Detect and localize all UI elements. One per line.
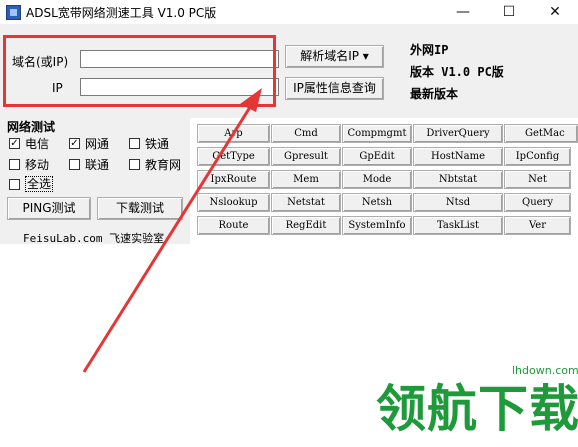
checkbox-label: 教育网 (145, 158, 182, 172)
cmd-button-nslookup[interactable]: Nslookup (197, 193, 270, 212)
checkbox-unicom[interactable] (69, 159, 80, 170)
window-title: ADSL宽带网络测速工具 V1.0 PC版 (26, 6, 217, 20)
checkbox-railcom[interactable] (129, 138, 140, 149)
checkbox-label: 电信 (25, 137, 50, 151)
resolve-domain-button[interactable]: 解析域名IP ▾ (285, 45, 384, 68)
watermark-text: 领航下载 (376, 380, 578, 438)
highlight-box (3, 35, 276, 107)
cmd-button-nbtstat[interactable]: Nbtstat (413, 170, 503, 189)
app-icon (6, 5, 21, 20)
query-panel: 域名(或IP) IP 解析域名IP ▾ IP属性信息查询 外网IP 版本 V1.… (0, 24, 578, 118)
watermark: lhdown.com 领航下载 (376, 361, 578, 447)
close-button[interactable]: ✕ (532, 0, 578, 24)
cmd-button-mode[interactable]: Mode (342, 170, 412, 189)
ping-test-button[interactable]: PING测试 (7, 197, 91, 220)
checkbox-mobile[interactable] (9, 159, 20, 170)
app-window: ADSL宽带网络测速工具 V1.0 PC版 — ☐ ✕ 域名(或IP) IP 解… (0, 0, 578, 447)
checkbox-telecom[interactable]: ✓ (9, 138, 20, 149)
download-test-button[interactable]: 下载测试 (97, 197, 183, 220)
cmd-button-query[interactable]: Query (504, 193, 571, 212)
cmd-button-arp[interactable]: Arp (197, 124, 270, 143)
cmd-button-ipconfig[interactable]: IpConfig (504, 147, 571, 166)
info-box: 外网IP 版本 V1.0 PC版 最新版本 (404, 32, 576, 116)
cmd-button-tasklist[interactable]: TaskList (413, 216, 503, 235)
command-button-grid: Arp Cmd Compmgmt DriverQuery GetMac GetT… (193, 122, 578, 240)
checkbox-education[interactable] (129, 159, 140, 170)
maximize-button[interactable]: ☐ (486, 0, 532, 24)
cmd-button-netstat[interactable]: Netstat (271, 193, 341, 212)
version-text: 版本 V1.0 PC版 (410, 65, 504, 79)
cmd-button-getmac[interactable]: GetMac (504, 124, 578, 143)
title-bar: ADSL宽带网络测速工具 V1.0 PC版 — ☐ ✕ (0, 0, 578, 25)
footer-text: FeisuLab.com 飞速实验室 (23, 232, 165, 245)
ip-info-query-button[interactable]: IP属性信息查询 (285, 77, 384, 100)
cmd-button-ntsd[interactable]: Ntsd (413, 193, 503, 212)
cmd-button-gpedit[interactable]: GpEdit (342, 147, 412, 166)
network-test-title: 网络测试 (7, 120, 56, 134)
checkbox-label: 网通 (85, 137, 110, 151)
cmd-button-net[interactable]: Net (504, 170, 571, 189)
select-all-label: 全选 (25, 176, 54, 192)
cmd-button-systeminfo[interactable]: SystemInfo (342, 216, 412, 235)
checkbox-select-all[interactable] (9, 179, 20, 190)
cmd-button-ver[interactable]: Ver (504, 216, 571, 235)
latest-version-link[interactable]: 最新版本 (410, 85, 458, 102)
checkbox-netcom[interactable]: ✓ (69, 138, 80, 149)
minimize-button[interactable]: — (440, 0, 486, 24)
checkbox-label: 联通 (85, 158, 110, 172)
cmd-button-cmd[interactable]: Cmd (271, 124, 341, 143)
checkbox-label: 移动 (25, 158, 50, 172)
external-ip-text: 外网IP (410, 43, 449, 57)
checkbox-label: 铁通 (145, 137, 170, 151)
cmd-button-netsh[interactable]: Netsh (342, 193, 412, 212)
cmd-button-gpresult[interactable]: Gpresult (271, 147, 341, 166)
cmd-button-regedit[interactable]: RegEdit (271, 216, 341, 235)
cmd-button-gettype[interactable]: GetType (197, 147, 270, 166)
cmd-button-route[interactable]: Route (197, 216, 270, 235)
cmd-button-driverquery[interactable]: DriverQuery (413, 124, 503, 143)
network-test-group: 网络测试 ✓ 电信 ✓ 网通 铁通 移动 联通 教育网 全选 PING测试 下载… (0, 118, 190, 245)
cmd-button-compmgmt[interactable]: Compmgmt (342, 124, 412, 143)
cmd-button-mem[interactable]: Mem (271, 170, 341, 189)
cmd-button-ipxroute[interactable]: IpxRoute (197, 170, 270, 189)
cmd-button-hostname[interactable]: HostName (413, 147, 503, 166)
